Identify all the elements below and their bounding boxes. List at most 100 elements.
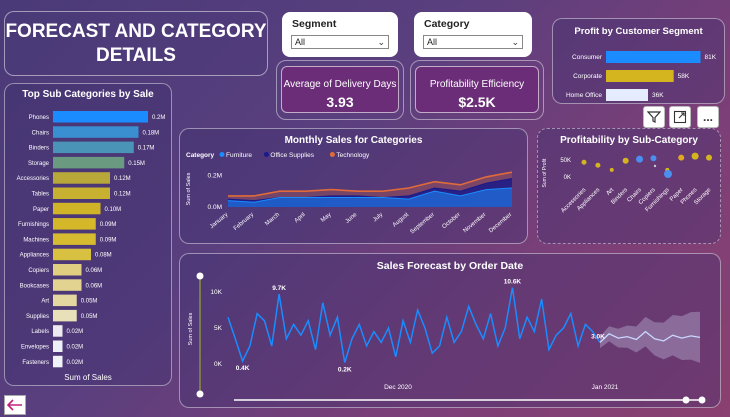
subcat-value-label: 0.08M — [95, 253, 112, 259]
kpi-profitability-label: Profitability Efficiency — [429, 79, 525, 90]
forecast-x-slider-handle — [682, 396, 690, 404]
subcat-value-label: 0.06M — [86, 268, 103, 274]
monthly-legend-marker — [219, 152, 225, 157]
subcat-value-label: 0.02M — [67, 360, 84, 366]
more-options-label: ... — [702, 110, 713, 124]
subcat-label: Accessories — [17, 176, 49, 182]
profit-subcat-point — [706, 154, 712, 161]
subcat-label: Fasteners — [22, 360, 49, 366]
monthly-legend-marker — [263, 152, 269, 157]
segment-value: All — [295, 37, 306, 47]
segment-value-label: 36K — [652, 92, 664, 99]
subcat-value-label: 0.05M — [81, 299, 98, 305]
segment-bar — [606, 51, 701, 63]
subcat-bar — [53, 325, 63, 337]
subcat-value-label: 0.17M — [138, 146, 155, 152]
segment-label: Corporate — [573, 73, 602, 80]
profit-subcat-point — [653, 164, 657, 168]
subcat-bar — [53, 202, 101, 215]
subcat-bar — [53, 141, 134, 154]
back-arrow-icon — [7, 399, 22, 411]
profit-subcat-point — [609, 167, 614, 172]
chevron-down-icon: ⌄ — [377, 37, 385, 47]
title-line-2: DETAILS — [96, 44, 176, 66]
subcat-bar — [53, 264, 82, 276]
monthly-xtick: February — [233, 212, 255, 232]
category-slicer: Category All ⌄ — [414, 12, 532, 57]
filter-icon[interactable] — [643, 106, 665, 128]
segment-dropdown[interactable]: All ⌄ — [291, 35, 389, 49]
monthly-xtick: August — [392, 212, 410, 229]
profit-segment-panel[interactable]: Profit by Customer Segment Consumer 81K Co… — [552, 18, 725, 104]
monthly-xtick: June — [345, 212, 359, 225]
subcat-bar — [53, 309, 77, 322]
subcat-label: Binders — [29, 146, 49, 152]
segment-label: Home Office — [566, 92, 602, 99]
sales-forecast-panel[interactable]: Sales Forecast by Order Date 10K 5K 0K Sum … — [179, 253, 721, 408]
top-subcat-panel[interactable]: Top Sub Categories by Sale Phones 0.2M Cha… — [4, 83, 172, 386]
monthly-legend-marker — [329, 152, 335, 157]
subcat-bar — [53, 248, 91, 261]
subcat-bar — [53, 233, 96, 245]
forecast-x-slider-handle — [698, 396, 706, 404]
monthly-xtick: July — [372, 212, 384, 223]
sales-forecast-chart: 10K 5K 0K Sum of Sales 9.7K 10.6K 0.4K 0.2K 3.0K… — [188, 272, 706, 404]
subcat-label: Chairs — [32, 130, 49, 136]
kpi-delivery-label: Average of Delivery Days — [283, 79, 397, 90]
kpi-delivery-value: 3.93 — [326, 94, 354, 110]
segment-label: Consumer — [572, 54, 603, 61]
back-button[interactable] — [4, 395, 26, 415]
monthly-legend-title: Category — [186, 152, 215, 159]
segment-bar — [606, 70, 674, 82]
subcat-value-label: 0.2M — [152, 115, 165, 121]
subcat-value-label: 0.12M — [114, 192, 131, 198]
monthly-xtick: January — [209, 212, 229, 230]
forecast-ytick: 5K — [214, 325, 223, 332]
forecast-data-label: 3.0K — [591, 333, 605, 340]
forecast-data-label: 9.7K — [272, 285, 286, 292]
forecast-y-slider-handle — [196, 390, 204, 398]
profit-subcat-ytick: 0K — [564, 175, 571, 181]
monthly-xtick: December — [488, 212, 513, 234]
subcat-label: Envelopes — [21, 345, 49, 351]
forecast-xtick: Jan 2021 — [592, 384, 619, 391]
subcat-label: Supplies — [26, 314, 49, 320]
subcat-value-label: 0.05M — [81, 314, 98, 320]
monthly-sales-panel[interactable]: Monthly Sales for Categories Category Fur… — [179, 128, 528, 244]
profit-subcat-panel[interactable]: Profitability by Sub-Category 50K 0K Sum o… — [537, 128, 721, 244]
forecast-data-label: 0.2K — [338, 367, 352, 374]
subcat-value-label: 0.06M — [86, 283, 103, 289]
subcat-bar — [53, 218, 96, 230]
chevron-down-icon: ⌄ — [511, 37, 519, 47]
subcat-bar — [53, 187, 110, 199]
profit-subcat-point — [581, 159, 587, 165]
profit-subcat-point — [678, 154, 685, 161]
subcat-label: Copiers — [28, 268, 49, 274]
forecast-y-slider-handle — [196, 272, 204, 280]
dashboard-title: FORECAST AND CATEGORY DETAILS — [4, 11, 268, 76]
category-dropdown[interactable]: All ⌄ — [423, 35, 523, 49]
kpi-delivery-card[interactable]: Average of Delivery Days 3.93 — [281, 66, 399, 113]
top-subcat-xlabel: Sum of Sales — [64, 373, 112, 382]
subcat-label: Tables — [32, 192, 49, 198]
subcat-value-label: 0.10M — [105, 207, 122, 213]
segment-value-label: 58K — [678, 73, 690, 80]
profit-subcat-point — [595, 162, 601, 168]
focus-mode-icon[interactable] — [669, 106, 691, 128]
subcat-value-label: 0.18M — [143, 130, 160, 136]
monthly-legend-item: Furniture — [226, 152, 252, 159]
forecast-ylabel: Sum of Sales — [188, 312, 194, 345]
profit-subcat-xtick: Art — [606, 187, 616, 197]
subcat-label: Art — [41, 299, 49, 305]
subcat-label: Machines — [23, 237, 49, 243]
subcat-label: Phones — [29, 115, 49, 121]
subcat-value-label: 0.09M — [100, 237, 117, 243]
subcat-value-label: 0.12M — [114, 176, 131, 182]
subcat-value-label: 0.02M — [67, 345, 84, 351]
subcat-label: Furnishings — [18, 222, 49, 228]
kpi-profitability-card[interactable]: Profitability Efficiency $2.5K — [415, 66, 539, 113]
monthly-xtick: November — [462, 212, 487, 234]
monthly-legend-item: Office Supplies — [270, 152, 314, 159]
kpi-profitability-value: $2.5K — [458, 94, 496, 110]
more-options-icon[interactable]: ... — [697, 106, 719, 128]
